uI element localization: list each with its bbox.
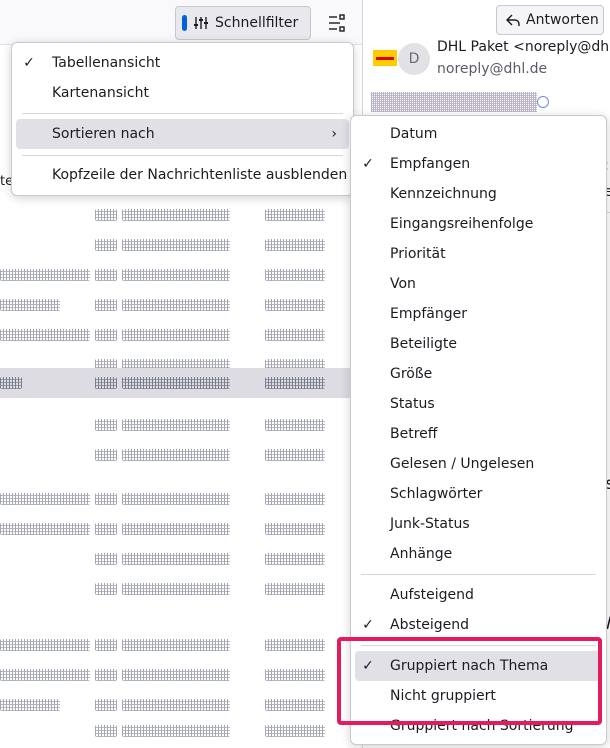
obscured-recipient-icon (537, 96, 549, 108)
menu-item-label: Absteigend (390, 617, 470, 633)
table-row[interactable] (0, 716, 350, 746)
menu-item-label: Größe (390, 366, 433, 382)
menu-item-label: Tabellenansicht (52, 55, 161, 71)
menu-item-label: Priorität (390, 246, 446, 262)
reply-label: Antworten (526, 12, 599, 28)
sender-name[interactable]: DHL Paket <noreply@dhl (437, 39, 610, 55)
menu-item-sort-priority[interactable]: Priorität (355, 239, 602, 269)
reply-button[interactable]: Antworten (496, 5, 604, 35)
menu-item-sort-junk[interactable]: Junk-Status (355, 509, 602, 539)
table-row[interactable] (0, 320, 350, 350)
table-row[interactable] (0, 440, 350, 470)
sliders-icon (194, 17, 208, 29)
menu-item-sort-read[interactable]: Gelesen / Ungelesen (355, 449, 602, 479)
table-row[interactable] (0, 200, 350, 230)
menu-item-label: Beteiligte (390, 336, 457, 352)
menu-item-descending[interactable]: ✓ Absteigend (355, 610, 602, 640)
table-row[interactable] (0, 484, 350, 514)
check-icon: ✓ (23, 55, 35, 71)
table-row[interactable] (0, 230, 350, 260)
menu-separator (361, 574, 596, 575)
menu-item-card-view[interactable]: Kartenansicht (16, 78, 349, 108)
menu-item-label: Empfangen (390, 156, 471, 172)
menu-item-sort-received[interactable]: ✓ Empfangen (355, 149, 602, 179)
obscured-recipient (371, 92, 537, 112)
check-icon: ✓ (362, 156, 374, 172)
view-options-menu: ✓ Tabellenansicht Kartenansicht Sortiere… (11, 42, 354, 196)
menu-item-sort-date[interactable]: Datum (355, 119, 602, 149)
menu-separator (22, 113, 343, 114)
menu-item-sort-attachments[interactable]: Anhänge (355, 539, 602, 569)
menu-item-label: Status (390, 396, 435, 412)
table-row[interactable] (0, 260, 350, 290)
menu-item-sort-recipient[interactable]: Empfänger (355, 299, 602, 329)
table-row[interactable] (0, 514, 350, 544)
table-row[interactable] (0, 544, 350, 574)
annotation-highlight-box (337, 637, 602, 725)
sender-address[interactable]: noreply@dhl.de (437, 61, 547, 77)
menu-item-label: Schlagwörter (390, 486, 483, 502)
menu-item-label: Sortieren nach (52, 126, 155, 142)
check-icon: ✓ (362, 617, 374, 633)
quick-filter-label: Schnellfilter (215, 15, 299, 31)
menu-item-table-view[interactable]: ✓ Tabellenansicht (16, 48, 349, 78)
menu-item-sort-correspondents[interactable]: Beteiligte (355, 329, 602, 359)
menu-item-label: Kopfzeile der Nachrichtenliste ausblende… (52, 167, 348, 183)
menu-item-sort-subject[interactable]: Betreff (355, 419, 602, 449)
menu-item-sort-status[interactable]: Status (355, 389, 602, 419)
menu-item-sort-size[interactable]: Größe (355, 359, 602, 389)
menu-item-sort-order-received[interactable]: Eingangsreihenfolge (355, 209, 602, 239)
menu-item-label: Gelesen / Ungelesen (390, 456, 535, 472)
table-row[interactable] (0, 630, 350, 660)
table-row[interactable] (0, 290, 350, 320)
menu-item-sort-tags[interactable]: Schlagwörter (355, 479, 602, 509)
menu-item-hide-header[interactable]: Kopfzeile der Nachrichtenliste ausblende… (16, 160, 349, 190)
list-options-icon[interactable] (328, 14, 346, 32)
table-row[interactable] (0, 574, 350, 604)
quick-filter-toggle-indicator (182, 15, 187, 31)
menu-item-label: Kennzeichnung (390, 186, 497, 202)
menu-item-ascending[interactable]: Aufsteigend (355, 580, 602, 610)
menu-item-label: Betreff (390, 426, 438, 442)
table-row-selected[interactable] (0, 368, 350, 398)
table-row[interactable] (0, 660, 350, 690)
avatar: D (398, 43, 430, 75)
menu-item-sort-flag[interactable]: Kennzeichnung (355, 179, 602, 209)
menu-item-label: Junk-Status (390, 516, 470, 532)
menu-separator (22, 155, 343, 156)
thread-pane-toolbar: Schnellfilter (0, 0, 362, 45)
message-list[interactable] (0, 200, 350, 748)
menu-item-label: Empfänger (390, 306, 468, 322)
menu-item-sort-from[interactable]: Von (355, 269, 602, 299)
quick-filter-button[interactable]: Schnellfilter (175, 6, 311, 40)
menu-item-label: Datum (390, 126, 438, 142)
table-row[interactable] (0, 410, 350, 440)
menu-item-label: Aufsteigend (390, 587, 474, 603)
chevron-right-icon: › (331, 126, 337, 142)
menu-item-label: Anhänge (390, 546, 453, 562)
menu-item-label: Eingangsreihenfolge (390, 216, 534, 232)
dhl-logo (373, 50, 397, 66)
menu-item-label: Von (390, 276, 416, 292)
menu-item-label: Kartenansicht (52, 85, 149, 101)
reply-arrow-icon (506, 14, 520, 26)
menu-item-sort-by[interactable]: Sortieren nach › (16, 119, 349, 149)
